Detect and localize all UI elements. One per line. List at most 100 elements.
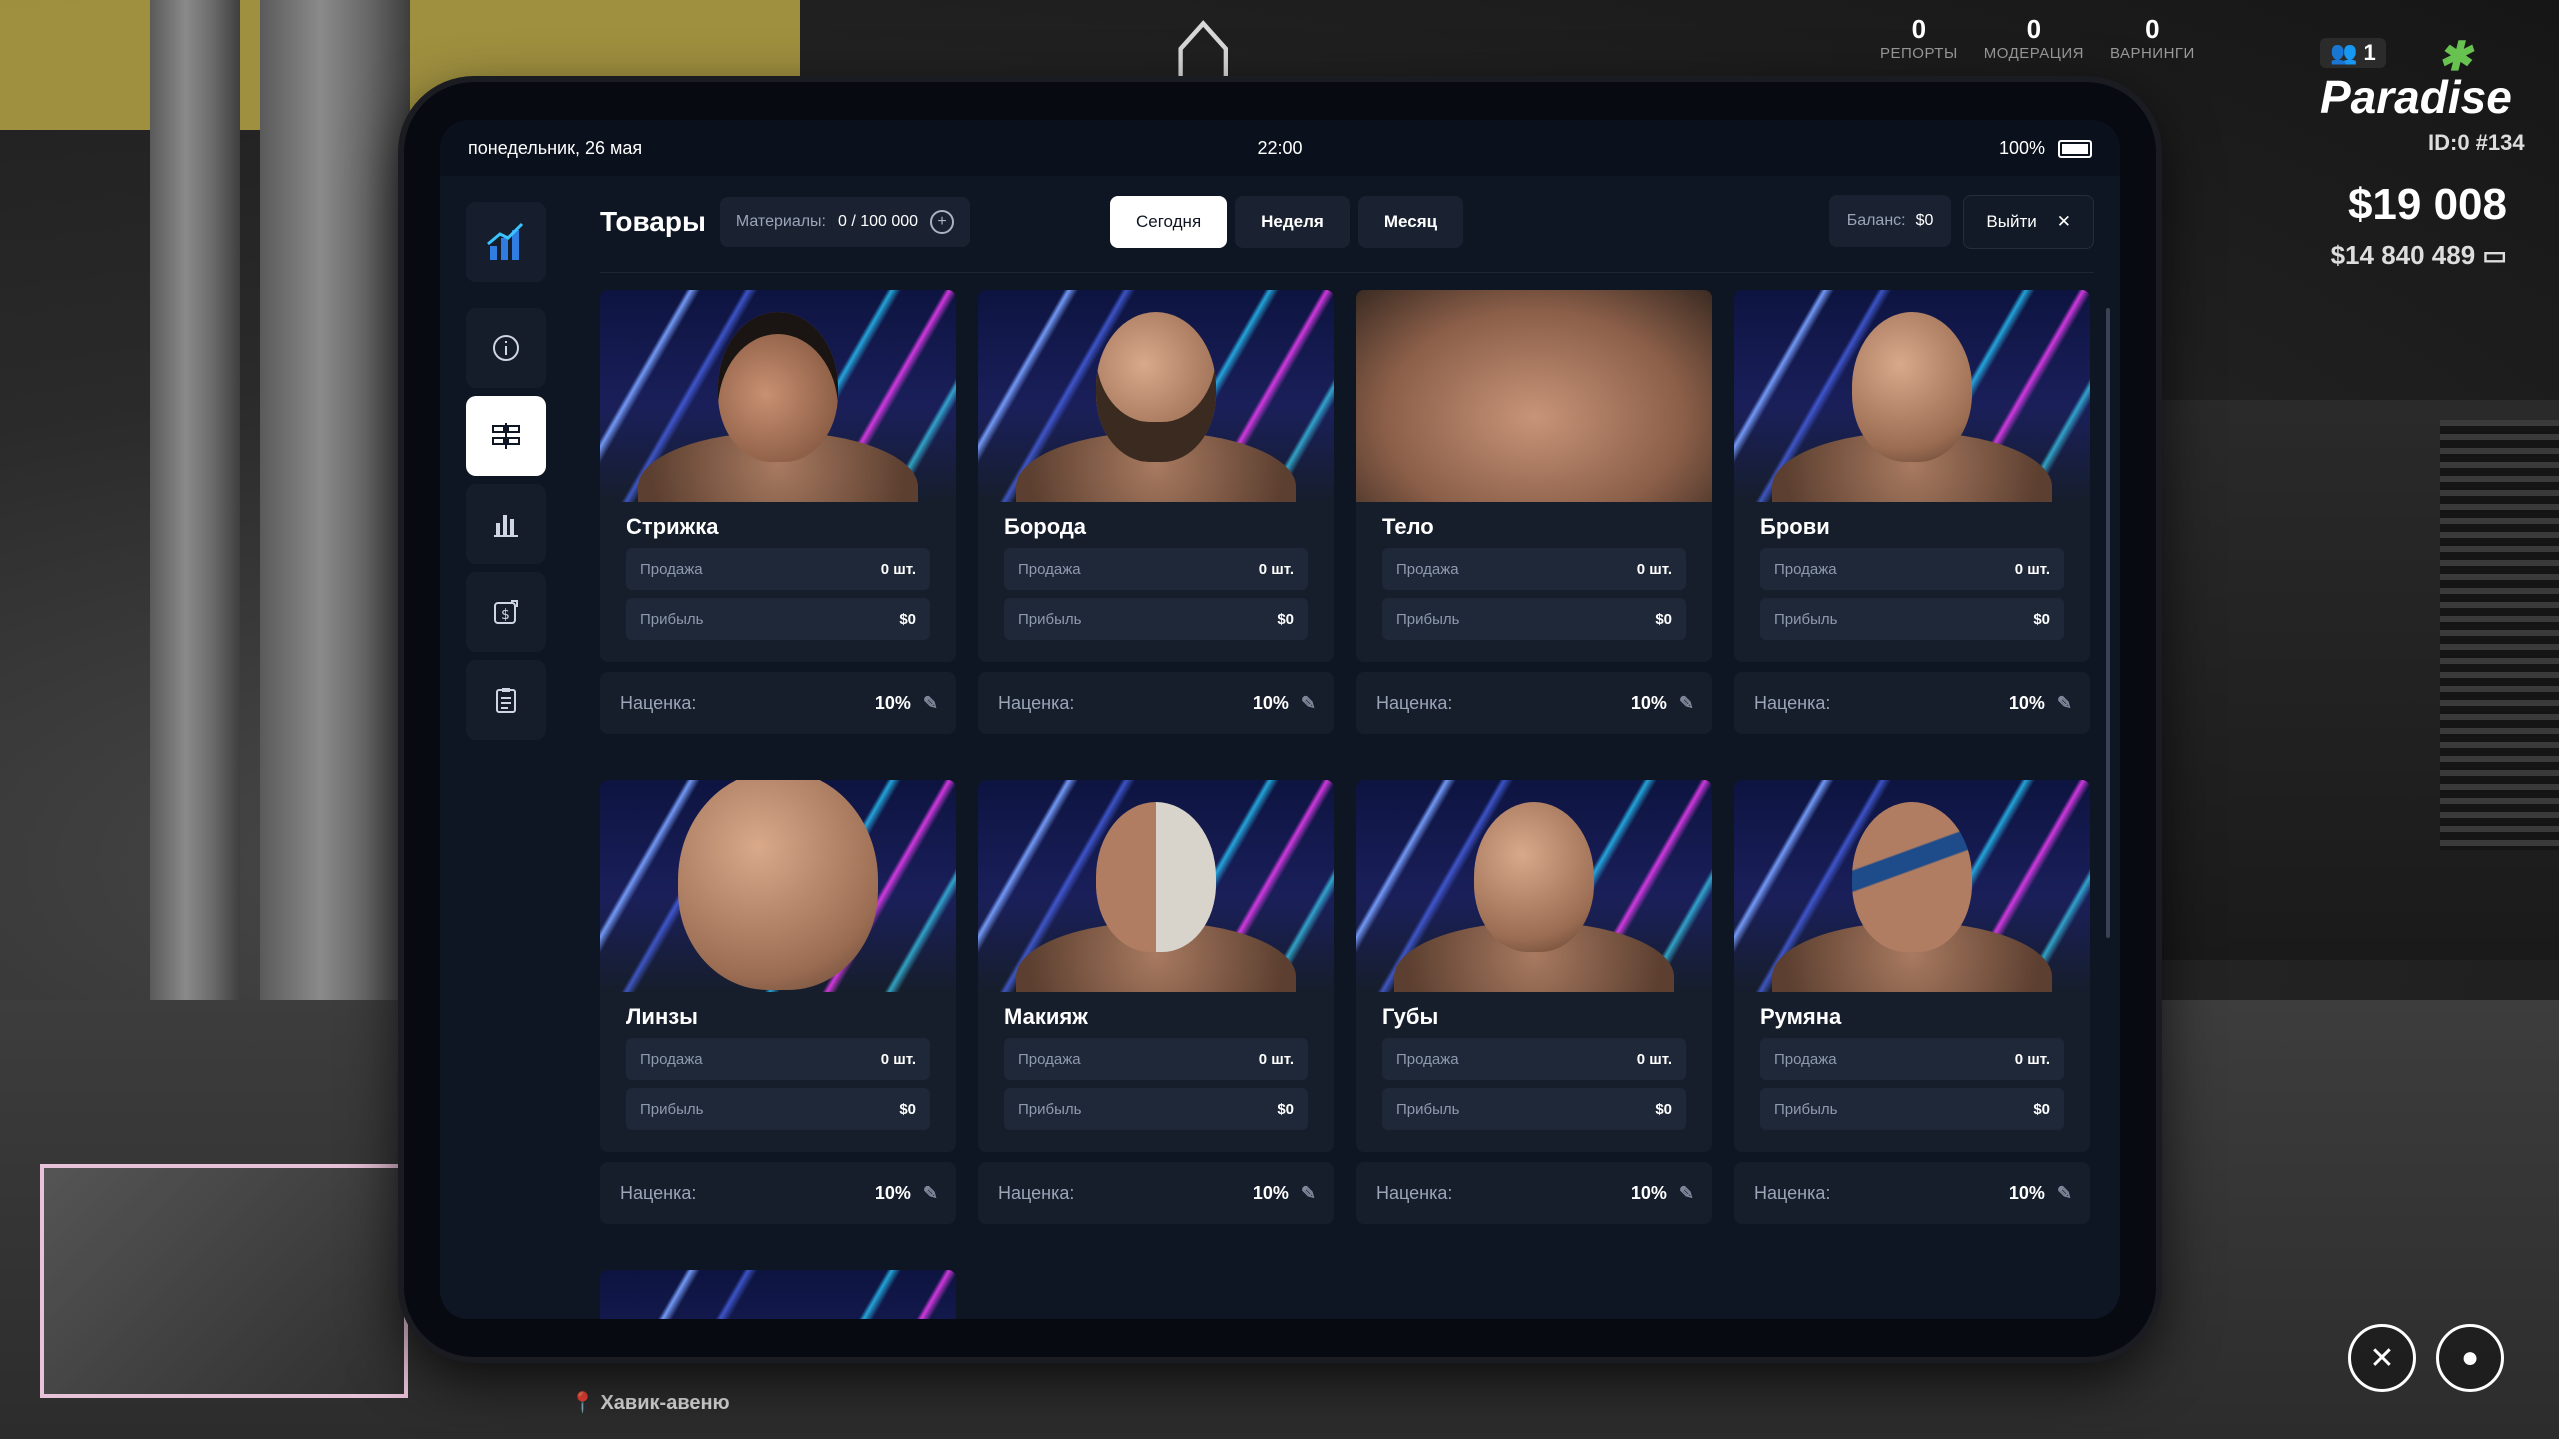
header-divider	[600, 272, 2094, 273]
markup-row[interactable]: Наценка: 10% ✎	[600, 1162, 956, 1224]
profit-label: Прибыль	[640, 1100, 704, 1118]
edit-icon[interactable]: ✎	[1301, 693, 1316, 714]
tab-week[interactable]: Неделя	[1235, 196, 1350, 248]
profit-value: $0	[1277, 610, 1294, 628]
profit-row: Прибыль $0	[1382, 598, 1686, 640]
product-image	[978, 780, 1334, 992]
profit-row: Прибыль $0	[1760, 598, 2064, 640]
product-image	[978, 290, 1334, 502]
tablet-device: понедельник, 26 мая 22:00 100% $ Товары …	[404, 82, 2156, 1357]
markup-label: Наценка:	[1754, 1182, 1831, 1203]
exit-button[interactable]: Выйти ✕	[1963, 195, 2094, 249]
product-card-lips: Губы Продажа 0 шт. Прибыль $0 Наценка: 10% ✎	[1356, 780, 1712, 1224]
markup-label: Наценка:	[1376, 692, 1453, 713]
bank-value: $14 840 489	[2330, 240, 2476, 270]
product-name: Румяна	[1760, 1004, 1842, 1029]
sale-label: Продажа	[640, 560, 703, 578]
sidebar-item-clipboard[interactable]	[466, 660, 546, 740]
sale-row: Продажа 0 шт.	[626, 1038, 930, 1080]
sale-row: Продажа 0 шт.	[1760, 1038, 2064, 1080]
products-scrollbar[interactable]	[2106, 308, 2110, 938]
profit-value: $0	[1277, 1100, 1294, 1118]
sidebar-item-finance[interactable]: $	[466, 572, 546, 652]
profit-label: Прибыль	[1018, 1100, 1082, 1118]
sale-label: Продажа	[1774, 560, 1837, 578]
materials-indicator: Материалы: 0 / 100 000 +	[719, 197, 971, 247]
exit-label: Выйти	[1986, 212, 2037, 231]
palm-icon: ✱	[2438, 35, 2472, 79]
sidebar-item-info[interactable]	[466, 308, 546, 388]
tab-today[interactable]: Сегодня	[1110, 196, 1228, 248]
page-title: Товары	[600, 206, 706, 237]
product-name: Стрижка	[626, 514, 719, 539]
product-image	[600, 290, 956, 502]
sale-row: Продажа 0 шт.	[1004, 1038, 1308, 1080]
product-card-makeup: Макияж Продажа 0 шт. Прибыль $0 Наценка: 10…	[978, 780, 1334, 1224]
product-name: Брови	[1760, 514, 1830, 539]
markup-row[interactable]: Наценка: 10% ✎	[600, 672, 956, 734]
sale-value: 0 шт.	[1258, 560, 1294, 578]
online-count: 1	[2363, 40, 2376, 65]
reports-counter: 0 РЕПОРТЫ	[1880, 14, 1958, 62]
business-panel: $ Товары Материалы: 0 / 100 000 + Сегодн…	[440, 176, 2120, 1319]
markup-label: Наценка:	[620, 1182, 697, 1203]
sale-value: 0 шт.	[2014, 560, 2050, 578]
edit-icon[interactable]: ✎	[2057, 1183, 2072, 1204]
profit-label: Прибыль	[1774, 610, 1838, 628]
edit-icon[interactable]: ✎	[1679, 693, 1694, 714]
markup-label: Наценка:	[1376, 1182, 1453, 1203]
product-card-beard: Борода Продажа 0 шт. Прибыль $0 Наценка: 10…	[978, 290, 1334, 734]
profit-value: $0	[2033, 610, 2050, 628]
markup-value: 10%	[874, 1182, 911, 1203]
sale-value: 0 шт.	[1636, 1050, 1672, 1068]
edit-icon[interactable]: ✎	[1301, 1183, 1316, 1204]
markup-row[interactable]: Наценка: 10% ✎	[1356, 1162, 1712, 1224]
finance-icon: $	[494, 600, 518, 624]
battery-icon	[2058, 139, 2092, 158]
add-materials-icon[interactable]: +	[930, 210, 955, 234]
markup-row[interactable]: Наценка: 10% ✎	[978, 1162, 1334, 1224]
sale-value: 0 шт.	[880, 1050, 916, 1068]
profit-label: Прибыль	[1774, 1100, 1838, 1118]
sale-row: Продажа 0 шт.	[1760, 548, 2064, 590]
product-name: Макияж	[1004, 1004, 1088, 1029]
profit-value: $0	[1655, 1100, 1672, 1118]
balance-indicator: Баланс: $0	[1828, 195, 1952, 247]
product-name: Тело	[1382, 514, 1434, 539]
edit-icon[interactable]: ✎	[923, 1183, 938, 1204]
product-card-body: Тело Продажа 0 шт. Прибыль $0	[1356, 290, 1712, 662]
tab-month[interactable]: Месяц	[1357, 196, 1464, 248]
edit-icon[interactable]: ✎	[1679, 1183, 1694, 1204]
profit-label: Прибыль	[1396, 610, 1460, 628]
markup-label: Наценка:	[998, 1182, 1075, 1203]
clipboard-icon	[496, 688, 516, 713]
moderation-counter: 0 МОДЕРАЦИЯ	[1984, 14, 2084, 62]
period-tabs: Сегодня Неделя Месяц	[1110, 196, 1464, 248]
markup-label: Наценка:	[620, 692, 697, 713]
markup-row[interactable]: Наценка: 10% ✎	[1356, 672, 1712, 734]
edit-icon[interactable]: ✎	[923, 693, 938, 714]
markup-row[interactable]: Наценка: 10% ✎	[1734, 1162, 2090, 1224]
sidebar-item-products[interactable]	[466, 396, 546, 476]
drop-icon: ●	[2460, 1341, 2480, 1374]
product-name: Линзы	[626, 1004, 698, 1029]
warnings-counter: 0 ВАРНИНГИ	[2110, 14, 2195, 62]
product-image	[600, 1270, 956, 1319]
top-bar: Товары Материалы: 0 / 100 000 + Сегодня …	[600, 194, 2094, 250]
product-card-next	[600, 1270, 956, 1319]
sidebar-item-stats[interactable]	[466, 484, 546, 564]
edit-icon[interactable]: ✎	[2057, 693, 2072, 714]
water-status-button[interactable]: ●	[2436, 1324, 2504, 1392]
sale-label: Продажа	[1018, 560, 1081, 578]
products-icon	[492, 423, 520, 449]
card-icon: ▭	[2482, 240, 2507, 270]
markup-row[interactable]: Наценка: 10% ✎	[978, 672, 1334, 734]
moderation-count: 0	[2026, 14, 2042, 44]
logo-text: Paradise	[2320, 71, 2512, 123]
bank-amount: $14 840 489 ▭	[2331, 240, 2507, 271]
street-label: 📍 Хавик-авеню	[570, 1390, 730, 1415]
products-grid: Стрижка Продажа 0 шт. Прибыль $0 Наценка: 1…	[600, 290, 2100, 1319]
food-status-button[interactable]: ✕	[2348, 1324, 2416, 1392]
markup-row[interactable]: Наценка: 10% ✎	[1734, 672, 2090, 734]
moderation-label: МОДЕРАЦИЯ	[1983, 45, 2084, 62]
